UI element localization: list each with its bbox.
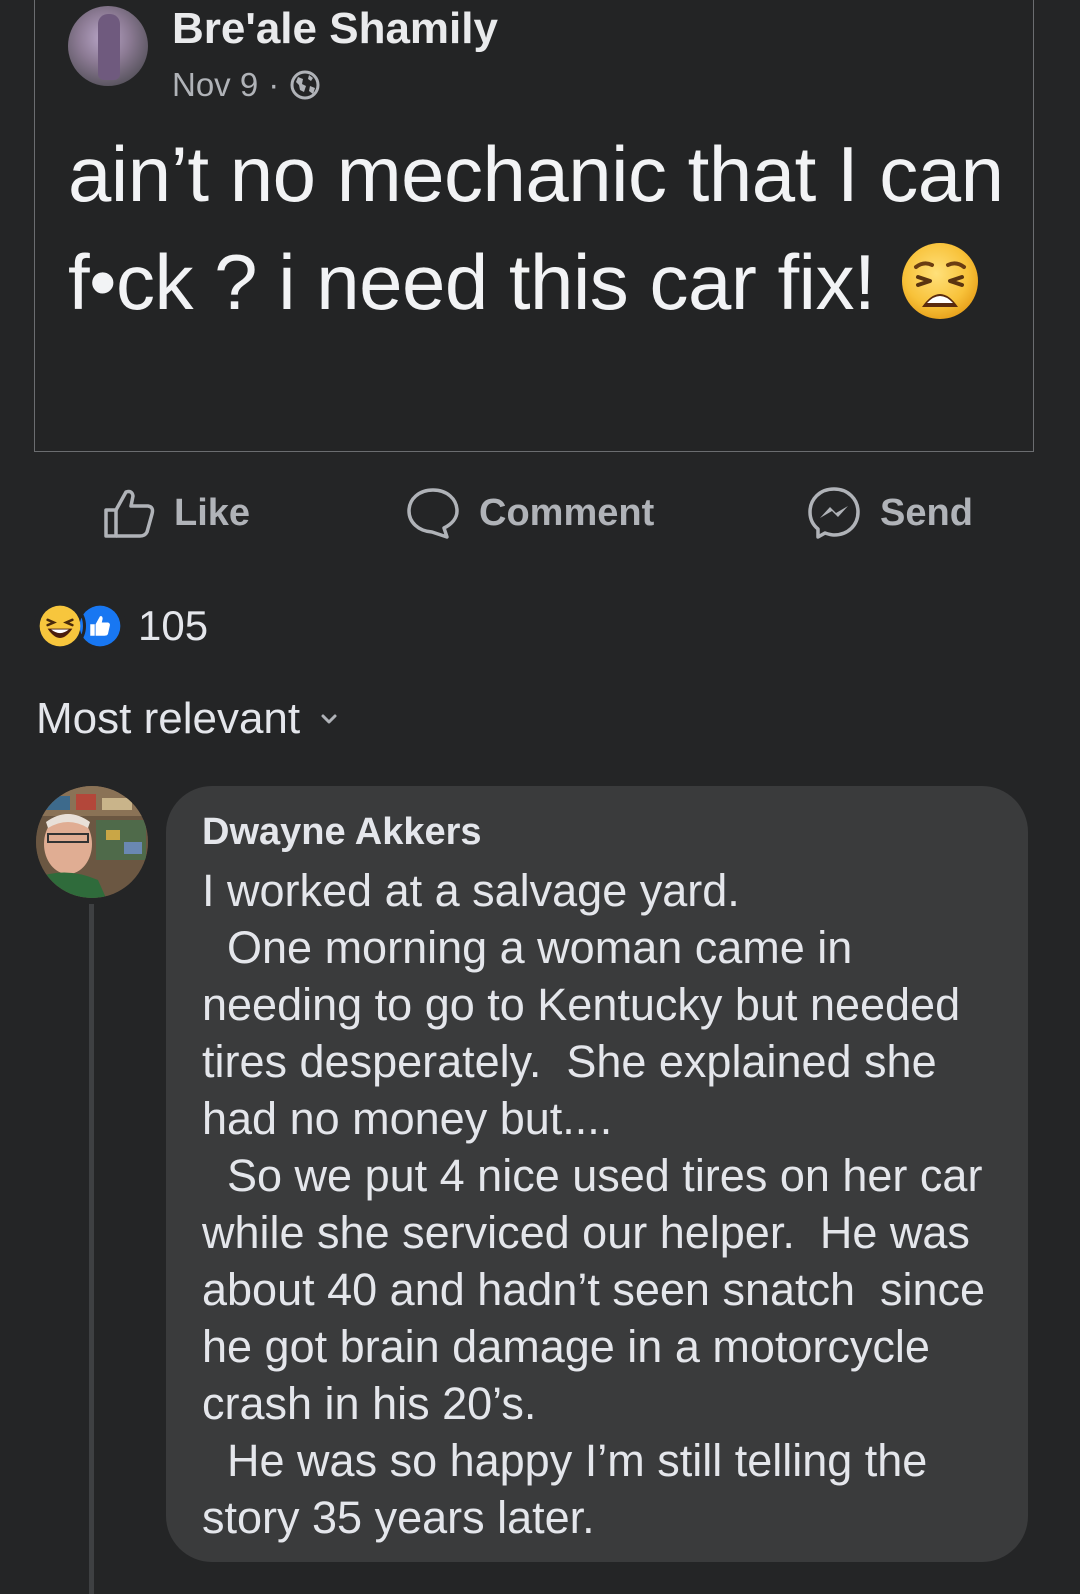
comments-sort-dropdown[interactable]: Most relevant [36,694,340,744]
chevron-down-icon [321,714,337,724]
comment-bubble: Dwayne Akkers I worked at a salvage yard… [166,786,1028,1562]
send-label: Send [880,491,973,534]
post-meta: Nov 9 · [172,66,321,104]
comment-button[interactable]: Comment [405,478,654,548]
comment-label: Comment [479,491,655,534]
reaction-count: 105 [138,602,209,649]
meta-separator: · [268,66,280,103]
messenger-icon [808,487,860,539]
post-date[interactable]: Nov 9 [172,66,258,104]
globe-icon [290,70,320,100]
commenter-photo [36,786,148,898]
haha-icon [34,600,86,652]
comment-bubble-icon [407,488,459,539]
sort-label: Most relevant [36,694,301,743]
post-text: ain’t no mechanic that I can f•ck ? i ne… [68,120,1008,336]
reactions-summary[interactable]: 105 [34,600,208,652]
post-text-content: ain’t no mechanic that I can f•ck ? i ne… [68,130,1004,326]
send-button[interactable]: Send [806,478,973,548]
weary-face-emoji-icon [902,243,979,319]
comment-text: I worked at a salvage yard. One morning … [202,865,986,1543]
like-label: Like [174,491,251,534]
author-name[interactable]: Bre'ale Shamily [172,4,498,54]
commenter-name[interactable]: Dwayne Akkers [202,810,1008,854]
like-button[interactable]: Like [102,478,250,548]
commenter-avatar[interactable] [36,786,148,898]
post-actions-bar: Like Comment Send [0,478,1080,548]
thread-line [89,904,94,1594]
thumbs-up-icon [104,489,155,538]
author-avatar[interactable] [68,6,148,86]
